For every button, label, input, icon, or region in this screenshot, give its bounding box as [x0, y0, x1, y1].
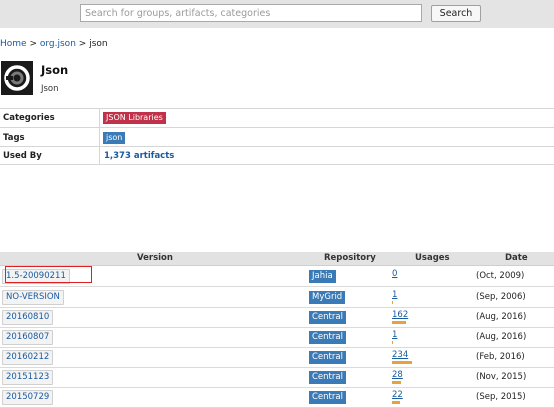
table-row: 20160807 Central 1 (Aug, 2016)	[0, 327, 554, 348]
repository-tag[interactable]: Central	[309, 351, 346, 364]
version-link[interactable]: 20160212	[2, 350, 54, 365]
release-date: (Nov, 2015)	[476, 372, 527, 382]
repository-tag[interactable]: Central	[309, 311, 346, 324]
usage-bar	[392, 361, 412, 364]
version-link[interactable]: 20160810	[2, 310, 54, 325]
repository-tag[interactable]: MyGrid	[309, 291, 346, 304]
top-search-bar: Search	[0, 0, 554, 28]
usage-bar	[392, 321, 406, 324]
table-row: 20160810 Central 162 (Aug, 2016)	[0, 307, 554, 328]
divider	[0, 108, 554, 109]
divider	[99, 108, 100, 165]
release-date: (Sep, 2006)	[476, 292, 526, 302]
version-link[interactable]: 20160807	[2, 330, 54, 345]
breadcrumb-group-link[interactable]: org.json	[40, 39, 76, 49]
version-link[interactable]: 20151123	[2, 370, 54, 385]
breadcrumb-separator: >	[78, 39, 87, 49]
version-highlight-box	[5, 266, 92, 283]
used-by-link[interactable]: 1,373 artifacts	[104, 151, 174, 161]
json-logo-icon	[1, 61, 33, 95]
version-column-header: Version	[137, 253, 173, 263]
table-row: NO-VERSION MyGrid 1 (Sep, 2006)	[0, 287, 554, 308]
repository-tag[interactable]: Jahia	[309, 270, 336, 283]
table-row: 20151123 Central 28 (Nov, 2015)	[0, 367, 554, 388]
usages-column-header: Usages	[415, 253, 450, 263]
breadcrumb-separator: >	[29, 39, 37, 49]
usage-bar	[392, 301, 393, 304]
tag-json[interactable]: json	[103, 132, 126, 144]
search-button[interactable]: Search	[431, 5, 481, 22]
divider	[0, 127, 554, 128]
breadcrumb-current: json	[89, 39, 108, 49]
breadcrumb: Home > org.json > json	[0, 39, 108, 49]
divider	[0, 146, 554, 147]
release-date: (Aug, 2016)	[476, 312, 527, 322]
release-date: (Sep, 2015)	[476, 392, 526, 402]
table-row: 20160212 Central 234 (Feb, 2016)	[0, 347, 554, 368]
tags-label: Tags	[3, 133, 25, 143]
table-row: 20150729 Central 22 (Sep, 2015)	[0, 387, 554, 408]
repository-column-header: Repository	[324, 253, 376, 263]
release-date: (Oct, 2009)	[476, 271, 525, 281]
version-link[interactable]: 20150729	[2, 390, 54, 405]
date-column-header: Date	[505, 253, 528, 263]
divider	[0, 164, 554, 165]
release-date: (Feb, 2016)	[476, 352, 525, 362]
repository-tag[interactable]: Central	[309, 331, 346, 344]
usages-link[interactable]: 22	[392, 390, 403, 400]
search-input[interactable]	[80, 4, 422, 22]
category-tag[interactable]: JSON Libraries	[103, 112, 166, 124]
artifact-subtitle: Json	[41, 84, 59, 94]
usages-link[interactable]: 28	[392, 370, 403, 380]
usages-link[interactable]: 234	[392, 350, 408, 360]
used-by-label: Used By	[3, 151, 42, 161]
version-link[interactable]: NO-VERSION	[2, 290, 64, 305]
usage-bar	[392, 341, 393, 344]
usages-link[interactable]: 1	[392, 290, 397, 300]
usages-link[interactable]: 1	[392, 330, 397, 340]
repository-tag[interactable]: Central	[309, 391, 346, 404]
breadcrumb-home-link[interactable]: Home	[0, 39, 27, 49]
release-date: (Aug, 2016)	[476, 332, 527, 342]
repository-tag[interactable]: Central	[309, 371, 346, 384]
usage-bar	[392, 381, 401, 384]
categories-label: Categories	[3, 113, 55, 123]
versions-table-header: Version Repository Usages Date	[0, 252, 554, 266]
usages-link[interactable]: 162	[392, 310, 408, 320]
usages-link[interactable]: 0	[392, 269, 397, 279]
artifact-title: Json	[41, 63, 69, 77]
